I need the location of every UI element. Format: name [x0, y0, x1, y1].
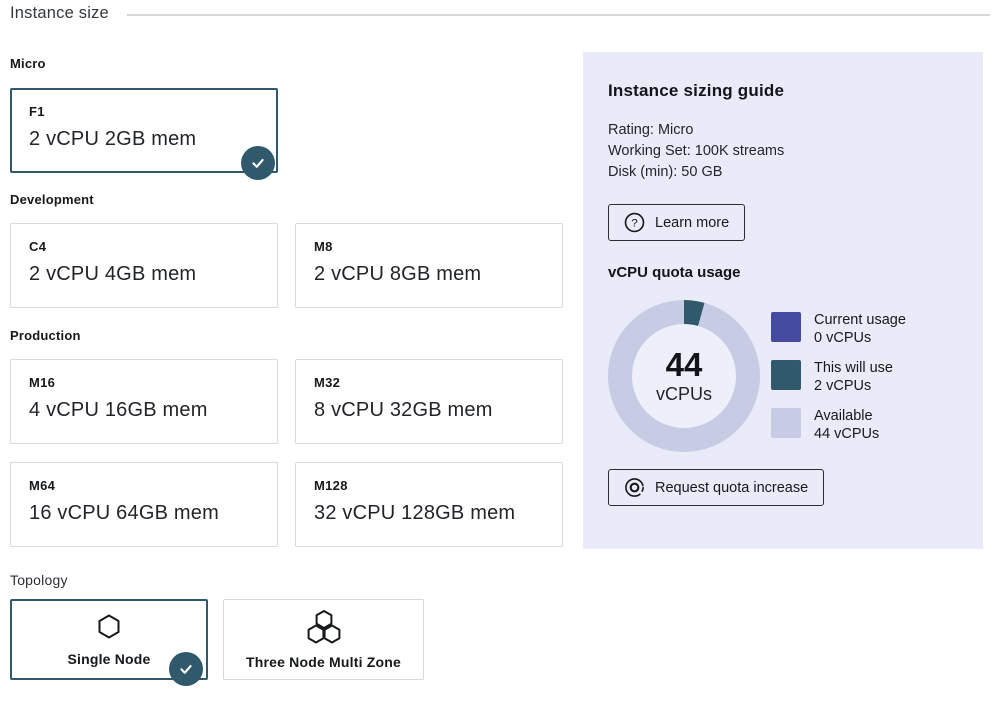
- legend-label: This will use: [814, 360, 893, 378]
- topology-card-single-node[interactable]: Single Node: [10, 599, 208, 680]
- vcpu-quota-chart: 44 vCPUs Current usage 0 vCPUs This will…: [608, 300, 958, 452]
- guide-working-set-line: Working Set: 100K streams: [608, 141, 958, 162]
- vcpu-donut: 44 vCPUs: [608, 300, 760, 452]
- size-card-m32[interactable]: M32 8 vCPU 32GB mem: [295, 359, 563, 444]
- topology-card-label: Single Node: [67, 651, 150, 667]
- size-card-m128[interactable]: M128 32 vCPU 128GB mem: [295, 462, 563, 547]
- size-card-m8[interactable]: M8 2 vCPU 8GB mem: [295, 223, 563, 308]
- selected-check-icon: [169, 652, 203, 686]
- vcpu-quota-usage-title: vCPU quota usage: [608, 264, 958, 281]
- question-mark-icon: ?: [624, 212, 645, 233]
- guide-disk-line: Disk (min): 50 GB: [608, 162, 958, 183]
- section-label-micro: Micro: [10, 56, 46, 71]
- size-card-id: M32: [314, 375, 544, 390]
- legend-swatch-this-will-use: [771, 360, 801, 390]
- vcpu-total-value: 44: [666, 348, 703, 382]
- size-card-id: F1: [29, 104, 259, 119]
- legend-swatch-available: [771, 408, 801, 438]
- quota-legend: Current usage 0 vCPUs This will use 2 vC…: [771, 300, 906, 452]
- page-header: Instance size: [10, 4, 990, 23]
- size-card-spec: 32 vCPU 128GB mem: [314, 502, 544, 525]
- learn-more-label: Learn more: [655, 215, 729, 231]
- topology-card-three-node-multi-zone[interactable]: Three Node Multi Zone: [223, 599, 424, 680]
- request-quota-increase-button[interactable]: Request quota increase: [608, 469, 824, 506]
- three-hexagons-icon: [304, 609, 344, 645]
- legend-item-current-usage: Current usage 0 vCPUs: [771, 312, 906, 347]
- quota-target-icon: [624, 477, 645, 498]
- selected-check-icon: [241, 146, 275, 180]
- size-card-spec: 8 vCPU 32GB mem: [314, 399, 544, 422]
- header-divider: [127, 14, 990, 16]
- legend-value: 44 vCPUs: [814, 426, 879, 444]
- single-hexagon-icon: [95, 612, 123, 642]
- vcpu-donut-center: 44 vCPUs: [632, 324, 736, 428]
- size-card-id: M64: [29, 478, 259, 493]
- size-card-c4[interactable]: C4 2 vCPU 4GB mem: [10, 223, 278, 308]
- legend-label: Current usage: [814, 312, 906, 330]
- section-label-topology: Topology: [10, 572, 68, 588]
- size-card-id: M128: [314, 478, 544, 493]
- svg-text:?: ?: [631, 217, 637, 229]
- size-card-id: C4: [29, 239, 259, 254]
- guide-title: Instance sizing guide: [608, 81, 958, 101]
- size-card-spec: 4 vCPU 16GB mem: [29, 399, 259, 422]
- legend-value: 0 vCPUs: [814, 330, 906, 348]
- size-card-f1[interactable]: F1 2 vCPU 2GB mem: [10, 88, 278, 173]
- guide-rating-line: Rating: Micro: [608, 120, 958, 141]
- learn-more-button[interactable]: ? Learn more: [608, 204, 745, 241]
- size-card-spec: 2 vCPU 8GB mem: [314, 263, 544, 286]
- section-label-production: Production: [10, 328, 81, 343]
- legend-item-available: Available 44 vCPUs: [771, 408, 906, 443]
- size-card-spec: 2 vCPU 4GB mem: [29, 263, 259, 286]
- vcpu-total-unit: vCPUs: [656, 384, 712, 405]
- legend-swatch-current-usage: [771, 312, 801, 342]
- size-card-spec: 16 vCPU 64GB mem: [29, 502, 259, 525]
- section-label-development: Development: [10, 192, 94, 207]
- page-title: Instance size: [10, 4, 109, 23]
- legend-value: 2 vCPUs: [814, 378, 893, 396]
- request-quota-increase-label: Request quota increase: [655, 480, 808, 496]
- size-card-id: M16: [29, 375, 259, 390]
- instance-sizing-guide-panel: Instance sizing guide Rating: Micro Work…: [583, 52, 983, 549]
- topology-card-label: Three Node Multi Zone: [246, 654, 401, 670]
- size-card-m16[interactable]: M16 4 vCPU 16GB mem: [10, 359, 278, 444]
- size-card-m64[interactable]: M64 16 vCPU 64GB mem: [10, 462, 278, 547]
- size-card-spec: 2 vCPU 2GB mem: [29, 128, 259, 151]
- size-card-id: M8: [314, 239, 544, 254]
- legend-label: Available: [814, 408, 879, 426]
- legend-item-this-will-use: This will use 2 vCPUs: [771, 360, 906, 395]
